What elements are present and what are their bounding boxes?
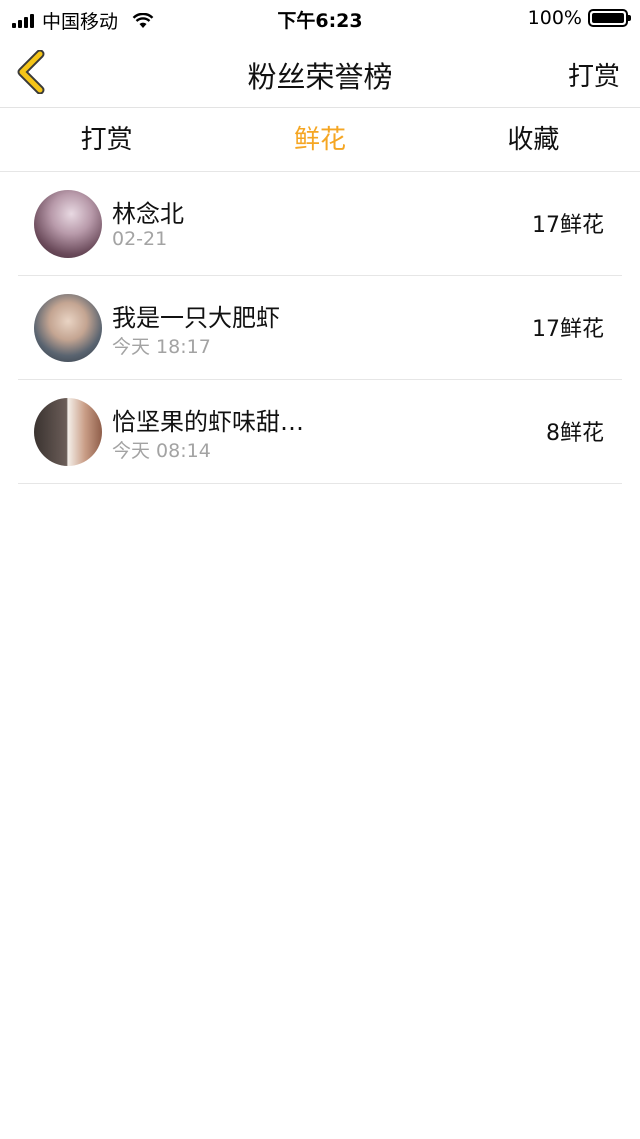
tab-reward[interactable]: 打赏 [0, 108, 213, 171]
battery-icon [588, 9, 631, 27]
timestamp: 今天 08:14 [112, 440, 211, 462]
tab-flowers[interactable]: 鲜花 [213, 108, 426, 171]
timestamp: 今天 18:17 [112, 336, 211, 358]
flower-count: 8鲜花 [546, 421, 604, 446]
flower-count: 17鲜花 [532, 317, 604, 342]
list-item[interactable]: 我是一只大肥虾 今天 18:17 17鲜花 [18, 276, 622, 380]
nav-bar: 粉丝荣誉榜 打赏 [0, 36, 640, 108]
tab-favorites[interactable]: 收藏 [427, 108, 640, 171]
avatar [34, 294, 102, 362]
user-name: 我是一只大肥虾 [112, 304, 280, 332]
flower-count: 17鲜花 [532, 213, 604, 238]
battery-percent: 100% [527, 7, 582, 29]
avatar [34, 398, 102, 466]
avatar [34, 190, 102, 258]
reward-button[interactable]: 打赏 [568, 56, 620, 93]
list-item[interactable]: 恰坚果的虾味甜… 今天 08:14 8鲜花 [18, 380, 622, 484]
fan-list: 林念北 02-21 17鲜花 我是一只大肥虾 今天 18:17 17鲜花 恰坚果… [0, 172, 640, 484]
status-right: 100% [527, 7, 631, 29]
status-bar: 中国移动 下午6:23 100% [0, 0, 640, 36]
tab-bar: 打赏 鲜花 收藏 [0, 108, 640, 172]
user-name: 林念北 [112, 200, 184, 228]
page-title: 粉丝荣誉榜 [247, 60, 393, 94]
list-item[interactable]: 林念北 02-21 17鲜花 [18, 172, 622, 276]
user-name: 恰坚果的虾味甜… [112, 408, 304, 436]
timestamp: 02-21 [112, 228, 168, 250]
